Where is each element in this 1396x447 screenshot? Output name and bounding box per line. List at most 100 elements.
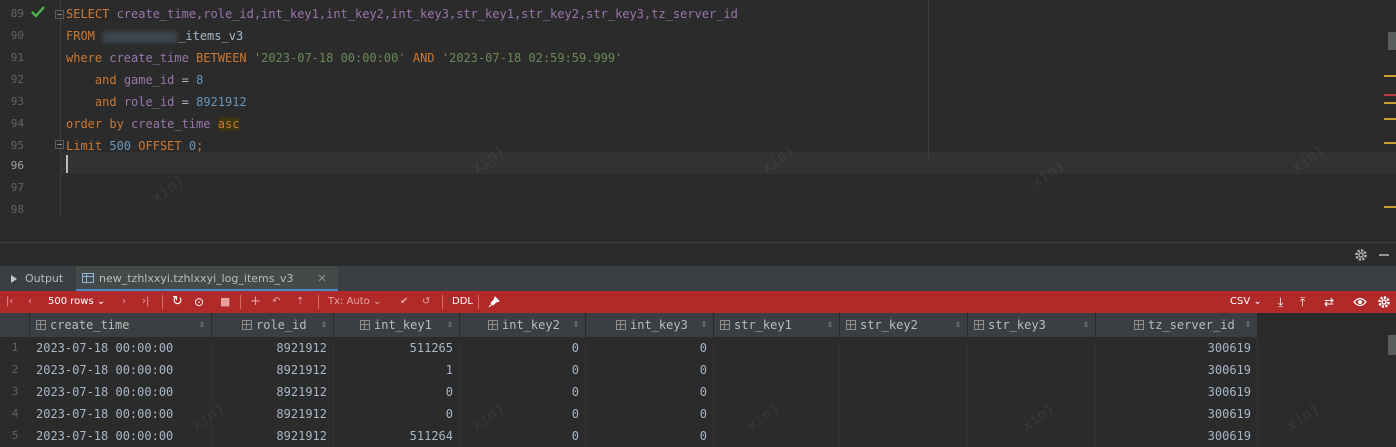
compare-icon[interactable]: ⇄ — [1324, 291, 1334, 313]
sort-icon[interactable]: ⇕ — [1083, 313, 1089, 337]
query-history-icon[interactable]: ⊙ — [194, 291, 204, 313]
column-header[interactable]: int_key2 ⇕ — [460, 313, 586, 337]
sort-icon[interactable]: ⇕ — [199, 313, 205, 337]
table-cell[interactable]: 8921912 — [212, 381, 334, 403]
table-row[interactable]: 1 2023-07-18 00:00:00 8921912 511265 0 0 30061… — [0, 337, 1258, 359]
warning-marker[interactable] — [1384, 118, 1396, 120]
table-cell[interactable]: 2023-07-18 00:00:00 — [30, 359, 212, 381]
table-cell[interactable]: 0 — [460, 359, 586, 381]
table-cell[interactable] — [840, 359, 968, 381]
warning-marker[interactable] — [1384, 142, 1396, 144]
table-row[interactable]: 5 2023-07-18 00:00:00 8921912 511264 0 0 30061… — [0, 425, 1258, 447]
error-marker[interactable] — [1384, 94, 1396, 96]
sort-icon[interactable]: ⇕ — [701, 313, 707, 337]
column-header[interactable]: int_key1 ⇕ — [334, 313, 460, 337]
table-cell[interactable]: 0 — [586, 425, 714, 447]
table-row[interactable]: 2 2023-07-18 00:00:00 8921912 1 0 0 300619 — [0, 359, 1258, 381]
prev-page-icon[interactable]: ‹ — [28, 291, 32, 313]
add-row-icon[interactable]: + — [250, 291, 261, 313]
sort-icon[interactable]: ⇕ — [827, 313, 833, 337]
table-cell[interactable]: 300619 — [1096, 337, 1258, 359]
column-header[interactable]: create_time ⇕ — [30, 313, 212, 337]
table-cell[interactable] — [968, 337, 1096, 359]
table-cell[interactable]: 0 — [586, 359, 714, 381]
first-page-icon[interactable]: |‹ — [6, 291, 13, 313]
table-cell[interactable]: 0 — [460, 381, 586, 403]
export-format-select[interactable]: CSV ⌄ — [1230, 291, 1262, 313]
table-cell[interactable]: 0 — [460, 337, 586, 359]
sort-icon[interactable]: ⇕ — [1245, 313, 1251, 337]
sort-icon[interactable]: ⇕ — [321, 313, 327, 337]
table-cell[interactable]: 0 — [586, 381, 714, 403]
table-cell[interactable]: 2023-07-18 00:00:00 — [30, 425, 212, 447]
column-header[interactable]: str_key3 ⇕ — [968, 313, 1096, 337]
table-cell[interactable]: 8921912 — [212, 337, 334, 359]
table-cell[interactable] — [840, 337, 968, 359]
rollback-icon[interactable]: ↺ — [422, 291, 430, 313]
table-cell[interactable]: 300619 — [1096, 425, 1258, 447]
table-cell[interactable] — [968, 359, 1096, 381]
table-cell[interactable]: 8921912 — [212, 359, 334, 381]
table-cell[interactable]: 2023-07-18 00:00:00 — [30, 403, 212, 425]
next-page-icon[interactable]: › — [122, 291, 126, 313]
check-icon[interactable] — [30, 4, 46, 20]
submit-icon[interactable]: ⇡ — [296, 291, 304, 313]
pin-icon[interactable] — [488, 296, 500, 308]
revert-icon[interactable]: ↶ — [272, 291, 280, 313]
grid-scrollbar-thumb[interactable] — [1388, 335, 1396, 355]
table-cell[interactable] — [840, 403, 968, 425]
table-cell[interactable]: 2023-07-18 00:00:00 — [30, 381, 212, 403]
sort-icon[interactable]: ⇕ — [955, 313, 961, 337]
stop-icon[interactable]: ■ — [220, 291, 230, 313]
minimize-icon[interactable] — [1377, 248, 1391, 262]
table-row[interactable]: 3 2023-07-18 00:00:00 8921912 0 0 0 300619 — [0, 381, 1258, 403]
table-cell[interactable] — [968, 381, 1096, 403]
ddl-button[interactable]: DDL — [452, 291, 473, 313]
sort-icon[interactable]: ⇕ — [447, 313, 453, 337]
table-cell[interactable]: 2023-07-18 00:00:00 — [30, 337, 212, 359]
table-cell[interactable] — [840, 381, 968, 403]
table-cell[interactable]: 300619 — [1096, 403, 1258, 425]
warning-marker[interactable] — [1384, 206, 1396, 208]
fold-icon[interactable] — [55, 140, 64, 149]
table-cell[interactable] — [714, 425, 840, 447]
table-cell[interactable]: 0 — [586, 403, 714, 425]
table-cell[interactable]: 8921912 — [212, 425, 334, 447]
table-cell[interactable] — [714, 381, 840, 403]
fold-icon[interactable] — [55, 10, 64, 19]
warning-marker[interactable] — [1384, 75, 1396, 77]
refresh-icon[interactable]: ↻ — [172, 291, 183, 313]
upload-icon[interactable]: ⤒ — [1300, 291, 1305, 313]
tab-output[interactable]: Output — [8, 266, 72, 291]
column-header[interactable]: role_id ⇕ — [212, 313, 334, 337]
table-cell[interactable]: 511265 — [334, 337, 460, 359]
warning-marker[interactable] — [1384, 102, 1396, 104]
column-header[interactable]: str_key2 ⇕ — [840, 313, 968, 337]
column-header[interactable]: str_key1 ⇕ — [714, 313, 840, 337]
table-cell[interactable]: 300619 — [1096, 359, 1258, 381]
commit-icon[interactable]: ✔ — [400, 291, 408, 313]
close-icon[interactable] — [318, 274, 326, 282]
sort-icon[interactable]: ⇕ — [573, 313, 579, 337]
tab-table-result[interactable]: new_tzhlxxyi.tzhlxxyi_log_items_v3 — [76, 266, 338, 291]
download-icon[interactable]: ⤓ — [1278, 291, 1283, 313]
table-cell[interactable] — [840, 425, 968, 447]
gear-icon[interactable] — [1377, 295, 1391, 309]
table-cell[interactable]: 0 — [586, 337, 714, 359]
column-header[interactable]: int_key3 ⇕ — [586, 313, 714, 337]
table-cell[interactable]: 511264 — [334, 425, 460, 447]
eye-icon[interactable] — [1353, 296, 1367, 308]
table-cell[interactable]: 1 — [334, 359, 460, 381]
column-header[interactable]: tz_server_id ⇕ — [1096, 313, 1258, 337]
table-cell[interactable] — [714, 337, 840, 359]
sql-editor[interactable]: 89 90 91 92 93 94 95 96 97 98 SELECT cre… — [0, 0, 1396, 218]
result-grid[interactable]: create_time ⇕ role_id ⇕ int_key1 ⇕ int_key2… — [0, 313, 1396, 447]
last-page-icon[interactable]: ›| — [142, 291, 149, 313]
transaction-mode-select[interactable]: Tx: Auto ⌄ — [328, 291, 381, 313]
table-cell[interactable]: 8921912 — [212, 403, 334, 425]
gear-icon[interactable] — [1354, 248, 1368, 262]
table-cell[interactable]: 0 — [334, 381, 460, 403]
table-cell[interactable]: 0 — [334, 403, 460, 425]
editor-scrollbar-thumb[interactable] — [1388, 32, 1396, 50]
rows-per-page-select[interactable]: 500 rows ⌄ — [48, 291, 105, 313]
